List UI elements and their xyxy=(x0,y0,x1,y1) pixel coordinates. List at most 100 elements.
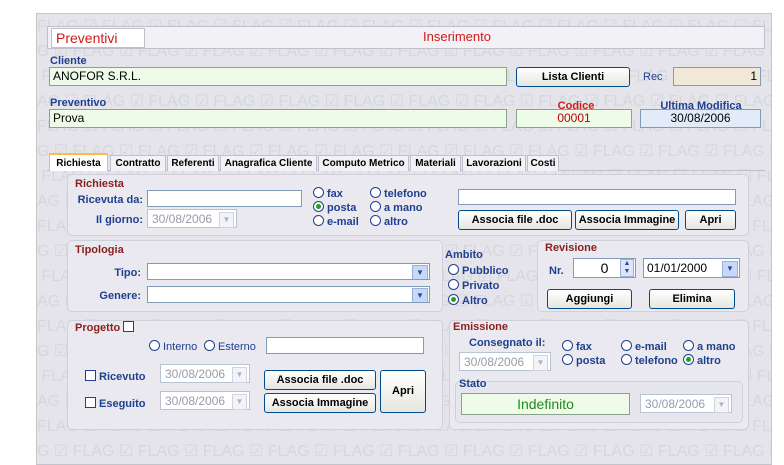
radio-selected-icon xyxy=(683,354,694,365)
ambito-section-title: Ambito xyxy=(445,249,483,261)
progetto-associa-immagine-button[interactable]: Associa Immagine xyxy=(264,393,376,413)
chevron-down-icon: ▼ xyxy=(412,265,428,279)
revisione-section-title: Revisione xyxy=(545,242,597,254)
revisione-date-picker[interactable]: 01/01/2000 ▼ xyxy=(643,258,740,278)
stato-label: Stato xyxy=(459,378,487,390)
preventivo-field[interactable]: Prova xyxy=(49,109,507,128)
emissione-option-altro[interactable]: altro xyxy=(683,354,721,367)
richiesta-option-e-mail[interactable]: e-mail xyxy=(313,215,359,228)
ricevuto-date-picker[interactable]: 30/08/2006 ▼ xyxy=(160,364,250,383)
consegnato-date-picker[interactable]: 30/08/2006 ▼ xyxy=(459,352,551,371)
checkbox-icon xyxy=(85,397,96,408)
ambito-option-pubblico[interactable]: Pubblico xyxy=(448,264,508,277)
progetto-option-interno[interactable]: Interno xyxy=(149,340,197,353)
progetto-apri-button[interactable]: Apri xyxy=(380,370,426,413)
radio-icon xyxy=(683,340,694,351)
revisione-nr-label: Nr. xyxy=(549,265,564,277)
elimina-button[interactable]: Elimina xyxy=(649,289,735,309)
emissione-option-e-mail[interactable]: e-mail xyxy=(621,340,667,353)
radio-icon xyxy=(562,354,573,365)
richiesta-option-fax[interactable]: fax xyxy=(313,187,343,200)
ricevuta-da-label: Ricevuta da: xyxy=(77,194,143,206)
ricevuto-checkbox[interactable]: Ricevuto xyxy=(85,370,145,383)
radio-icon xyxy=(149,340,160,351)
ricevuta-da-field[interactable] xyxy=(147,190,302,207)
chevron-down-icon: ▼ xyxy=(232,367,247,383)
radio-icon xyxy=(204,340,215,351)
mode-label: Inserimento xyxy=(423,29,491,44)
aggiungi-button[interactable]: Aggiungi xyxy=(547,289,632,309)
chevron-down-icon: ▼ xyxy=(714,397,729,413)
radio-icon xyxy=(313,215,324,226)
richiesta-file-path-field[interactable] xyxy=(458,189,736,205)
tab-contratto[interactable]: Contratto xyxy=(110,155,166,171)
radio-icon xyxy=(370,187,381,198)
progetto-option-esterno[interactable]: Esterno xyxy=(204,340,256,353)
eseguito-date-picker[interactable]: 30/08/2006 ▼ xyxy=(160,391,250,410)
radio-selected-icon xyxy=(448,294,459,305)
radio-selected-icon xyxy=(313,201,324,212)
tipologia-section-title: Tipologia xyxy=(75,244,124,256)
richiesta-option-altro[interactable]: altro xyxy=(370,215,408,228)
consegnato-label: Consegnato il: xyxy=(469,337,546,349)
tab-materiali[interactable]: Materiali xyxy=(410,155,461,171)
giorno-date-picker[interactable]: 30/08/2006 ▼ xyxy=(147,209,237,228)
genere-label: Genere: xyxy=(99,290,141,302)
radio-icon xyxy=(621,354,632,365)
chevron-down-icon: ▼ xyxy=(232,394,247,410)
emissione-option-a-mano[interactable]: a mano xyxy=(683,340,736,353)
chevron-down-icon: ▼ xyxy=(722,261,738,277)
tab-referenti[interactable]: Referenti xyxy=(167,155,219,171)
richiesta-option-a-mano[interactable]: a mano xyxy=(370,201,423,214)
tipo-select[interactable]: ▼ xyxy=(147,263,430,280)
rec-label: Rec xyxy=(643,71,663,83)
ambito-option-privato[interactable]: Privato xyxy=(448,279,499,292)
eseguito-checkbox[interactable]: Eseguito xyxy=(85,397,145,410)
ambito-option-altro[interactable]: Altro xyxy=(448,294,488,307)
chevron-down-icon: ▼ xyxy=(412,288,428,302)
chevron-down-icon: ▼ xyxy=(533,355,548,371)
nr-spinner-icon[interactable]: ▲ ▼ xyxy=(620,259,634,277)
richiesta-option-posta[interactable]: posta xyxy=(313,201,356,214)
rec-field[interactable]: 1 xyxy=(673,67,761,86)
richiesta-apri-button[interactable]: Apri xyxy=(685,210,736,230)
emissione-section-title: Emissione xyxy=(453,321,509,333)
stato-date-picker[interactable]: 30/08/2006 ▼ xyxy=(640,394,732,413)
emissione-option-fax[interactable]: fax xyxy=(562,340,592,353)
cliente-field[interactable]: ANOFOR S.R.L. xyxy=(49,67,507,86)
radio-icon xyxy=(370,215,381,226)
codice-field[interactable]: 00001 xyxy=(516,109,632,128)
form-title: Preventivi xyxy=(51,28,145,48)
radio-icon xyxy=(621,340,632,351)
tab-costi[interactable]: Costi xyxy=(527,155,559,171)
preventivi-window: FLAG ☑ FLAG ☑ FLAG ☑ FLAG ☑ FLAG ☑ FLAG … xyxy=(36,13,772,465)
tab-computo-metrico[interactable]: Computo Metrico xyxy=(318,155,409,171)
emissione-option-posta[interactable]: posta xyxy=(562,354,605,367)
richiesta-associa-immagine-button[interactable]: Associa Immagine xyxy=(575,210,679,230)
tipo-label: Tipo: xyxy=(114,267,141,279)
radio-icon xyxy=(370,201,381,212)
genere-select[interactable]: ▼ xyxy=(147,286,430,303)
tab-lavorazioni[interactable]: Lavorazioni xyxy=(462,155,526,171)
checkbox-icon xyxy=(85,370,96,381)
radio-icon xyxy=(313,187,324,198)
radio-icon xyxy=(448,279,459,290)
emissione-option-telefono[interactable]: telefono xyxy=(621,354,678,367)
progetto-associa-doc-button[interactable]: Associa file .doc xyxy=(264,370,376,390)
giorno-label: Il giorno: xyxy=(95,214,143,226)
tab-richiesta[interactable]: Richiesta xyxy=(49,153,108,171)
richiesta-option-telefono[interactable]: telefono xyxy=(370,187,427,200)
richiesta-associa-doc-button[interactable]: Associa file .doc xyxy=(458,210,572,230)
progetto-section-title[interactable]: Progetto xyxy=(75,321,137,334)
progetto-file-path-field[interactable] xyxy=(266,337,424,354)
progetto-checkbox[interactable] xyxy=(123,321,135,332)
radio-icon xyxy=(562,340,573,351)
lista-clienti-button[interactable]: Lista Clienti xyxy=(516,67,630,87)
radio-icon xyxy=(448,264,459,275)
preventivo-label: Preventivo xyxy=(50,97,107,109)
tab-anagrafica-cliente[interactable]: Anagrafica Cliente xyxy=(220,155,317,171)
ultima-modifica-field: 30/08/2006 xyxy=(640,109,761,128)
chevron-down-icon: ▼ xyxy=(219,212,234,228)
richiesta-section-title: Richiesta xyxy=(75,178,124,190)
cliente-label: Cliente xyxy=(50,55,87,67)
